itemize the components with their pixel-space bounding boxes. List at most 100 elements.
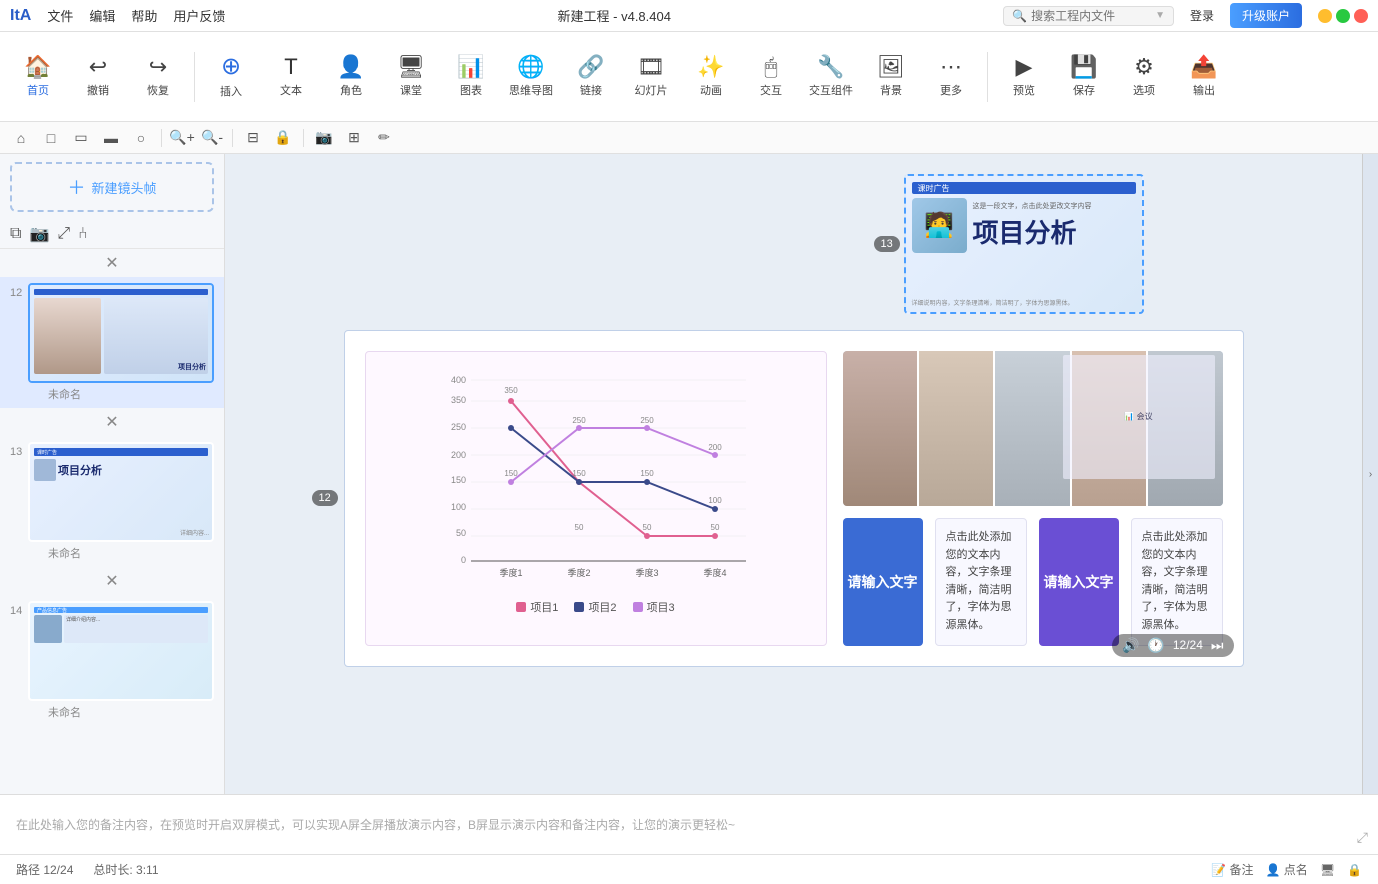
slide-item-12[interactable]: 12 项目分析 未命名: [0, 277, 224, 408]
canvas-area[interactable]: 13 课时广告 🧑‍💻 这是一段文字，点击此处更改文字内容 项目分析 详细说明内…: [225, 154, 1362, 794]
sidebar: ＋ 新建镜头帧 ⧉ 📷 ⤢ ⑃ ✕ 12 项: [0, 154, 225, 794]
toolbar-redo-label: 恢复: [147, 82, 169, 98]
search-icon: 🔍: [1012, 9, 1027, 23]
name-call-button[interactable]: 👤 点名: [1266, 861, 1308, 878]
card-blue-1[interactable]: 请输入文字: [843, 518, 923, 646]
toolbar-save-label: 保存: [1073, 82, 1095, 98]
search-input[interactable]: [1031, 9, 1151, 23]
toolbar-more[interactable]: ⋯ 更多: [923, 38, 979, 116]
zoom-in-icon[interactable]: 🔍+: [169, 125, 195, 151]
svg-text:50: 50: [574, 523, 583, 532]
toolbar-animation[interactable]: ✨ 动画: [683, 38, 739, 116]
slide-12-badge: 12: [312, 490, 338, 506]
x-marker-top: ✕: [0, 249, 224, 277]
toolbar-bg[interactable]: 🖼 背景: [863, 38, 919, 116]
toolbar-text[interactable]: T 文本: [263, 38, 319, 116]
copy-frame-button[interactable]: ⧉: [10, 225, 21, 243]
svg-text:150: 150: [640, 469, 654, 478]
legend-label-1: 项目1: [530, 599, 558, 615]
slide-item-14[interactable]: 14 产品信息广告 详细介绍内容...: [0, 595, 224, 726]
toolbar-export[interactable]: 📤 输出: [1176, 38, 1232, 116]
menu-file[interactable]: 文件: [47, 6, 73, 25]
toolbar-mindmap[interactable]: 🌐 思维导图: [503, 38, 559, 116]
toolbar-animation-label: 动画: [700, 82, 722, 98]
svg-text:400: 400: [450, 375, 465, 385]
card-text-1[interactable]: 点击此处添加您的文本内容，文字条理清晰，简洁明了，字体为思源黑体。: [935, 518, 1027, 646]
expand-notes-icon[interactable]: ⤢: [1357, 829, 1368, 846]
search-dropdown-icon[interactable]: ▼: [1155, 10, 1165, 21]
toolbar-interact2[interactable]: 🔧 交互组件: [803, 38, 859, 116]
lock-status-icon[interactable]: 🔒: [1347, 863, 1362, 877]
shape-square-icon[interactable]: □: [38, 125, 64, 151]
close-button[interactable]: [1354, 9, 1368, 23]
minimize-button[interactable]: [1318, 9, 1332, 23]
maximize-button[interactable]: [1336, 9, 1350, 23]
menu-edit[interactable]: 编辑: [89, 6, 115, 25]
toolbar-preview[interactable]: ▶ 预览: [996, 38, 1052, 116]
right-collapse-handle[interactable]: ›: [1362, 154, 1378, 794]
toolbar-undo[interactable]: ↩ 撤销: [70, 38, 126, 116]
slide-12-main[interactable]: 12 400 350 250 200 150 10: [344, 330, 1244, 667]
search-box[interactable]: 🔍 ▼: [1003, 6, 1174, 26]
toolbar-slides[interactable]: 🎞 幻灯片: [623, 38, 679, 116]
menu-help[interactable]: 帮助: [131, 6, 157, 25]
notes-button[interactable]: 📝 备注: [1211, 861, 1253, 878]
branch-frame-button[interactable]: ⑃: [78, 225, 88, 243]
toolbar-interact[interactable]: 🖱 交互: [743, 38, 799, 116]
toolbar-class[interactable]: 🖥 课堂: [383, 38, 439, 116]
right-content: 📊 会议 请输入文字 点击此处添加您的文本内容，文字条理清晰，简洁明了，字体为思…: [843, 351, 1223, 646]
lock-icon[interactable]: 🔒: [270, 125, 296, 151]
team-photo: 📊 会议: [843, 351, 1223, 506]
card-purple-2[interactable]: 请输入文字: [1039, 518, 1119, 646]
svg-text:50: 50: [455, 528, 465, 538]
expand-frame-button[interactable]: ⤢: [57, 225, 70, 243]
card-text-2[interactable]: 点击此处添加您的文本内容，文字条理清晰，简洁明了，字体为思源黑体。: [1131, 518, 1223, 646]
toolbar-redo[interactable]: ↪ 恢复: [130, 38, 186, 116]
toolbar-save[interactable]: 💾 保存: [1056, 38, 1112, 116]
toolbar-chart[interactable]: 📊 图表: [443, 38, 499, 116]
new-frame-label: 新建镜头帧: [91, 178, 156, 197]
toolbar-export-label: 输出: [1193, 82, 1215, 98]
shape-rect-icon[interactable]: ▬: [98, 125, 124, 151]
insert-icon: ⊕: [221, 55, 241, 79]
toolbar-home[interactable]: 🏠 首页: [10, 38, 66, 116]
camera-frame-button[interactable]: 📷: [29, 224, 49, 244]
shape-rounded-icon[interactable]: ▭: [68, 125, 94, 151]
slide-thumb-13: 课时广告 项目分析 详细内容...: [28, 442, 214, 542]
toolbar-undo-label: 撤销: [87, 82, 109, 98]
legend-dot-2: [574, 602, 584, 612]
crop-icon[interactable]: ⊞: [341, 125, 367, 151]
legend-label-3: 项目3: [647, 599, 675, 615]
card-text-2-content: 点击此处添加您的文本内容，文字条理清晰，简洁明了，字体为思源黑体。: [1142, 531, 1208, 631]
shape-circle-icon[interactable]: ○: [128, 125, 154, 151]
screen-icon[interactable]: 🖥: [1320, 863, 1335, 877]
toolbar-role[interactable]: 👤 角色: [323, 38, 379, 116]
toolbar-insert-label: 插入: [220, 83, 242, 99]
toolbar-insert[interactable]: ⊕ 插入: [203, 38, 259, 116]
toolbar-link[interactable]: 🔗 链接: [563, 38, 619, 116]
slide-item-13[interactable]: 13 课时广告 项目分析 详细内容... 未命名: [0, 436, 224, 567]
card-text-1-content: 点击此处添加您的文本内容，文字条理清晰，简洁明了，字体为思源黑体。: [946, 531, 1012, 631]
edit-icon[interactable]: ✏: [371, 125, 397, 151]
slide-thumb-12: 项目分析: [28, 283, 214, 383]
shape-house-icon[interactable]: ⌂: [8, 125, 34, 151]
card-blue-1-label: 请输入文字: [848, 573, 918, 591]
progress-indicator: 🔊 🕐 12/24 ⏭: [1112, 634, 1234, 657]
new-frame-button[interactable]: ＋ 新建镜头帧: [10, 162, 214, 212]
align-left-icon[interactable]: ⊟: [240, 125, 266, 151]
slide-canvas-wrapper: 13 课时广告 🧑‍💻 这是一段文字，点击此处更改文字内容 项目分析 详细说明内…: [344, 174, 1244, 667]
toolbar-chart-label: 图表: [460, 82, 482, 98]
main-toolbar: 🏠 首页 ↩ 撤销 ↪ 恢复 ⊕ 插入 T 文本 👤 角色 🖥 课堂 📊 图表 …: [0, 32, 1378, 122]
slide-13-preview[interactable]: 13 课时广告 🧑‍💻 这是一段文字，点击此处更改文字内容 项目分析 详细说明内…: [904, 174, 1144, 314]
slide13-title: 项目分析: [973, 213, 1092, 250]
menu-feedback[interactable]: 用户反馈: [173, 6, 225, 25]
zoom-out-icon[interactable]: 🔍-: [199, 125, 225, 151]
name-icon: 👤: [1266, 863, 1281, 877]
camera-icon[interactable]: 📷: [311, 125, 337, 151]
toolbar-options[interactable]: ⚙ 选项: [1116, 38, 1172, 116]
login-button[interactable]: 登录: [1182, 4, 1222, 27]
name-label: 点名: [1284, 863, 1308, 877]
app-logo: ItA: [10, 7, 31, 25]
upgrade-button[interactable]: 升级账户: [1230, 3, 1302, 28]
toolbar-interact2-label: 交互组件: [809, 82, 853, 98]
